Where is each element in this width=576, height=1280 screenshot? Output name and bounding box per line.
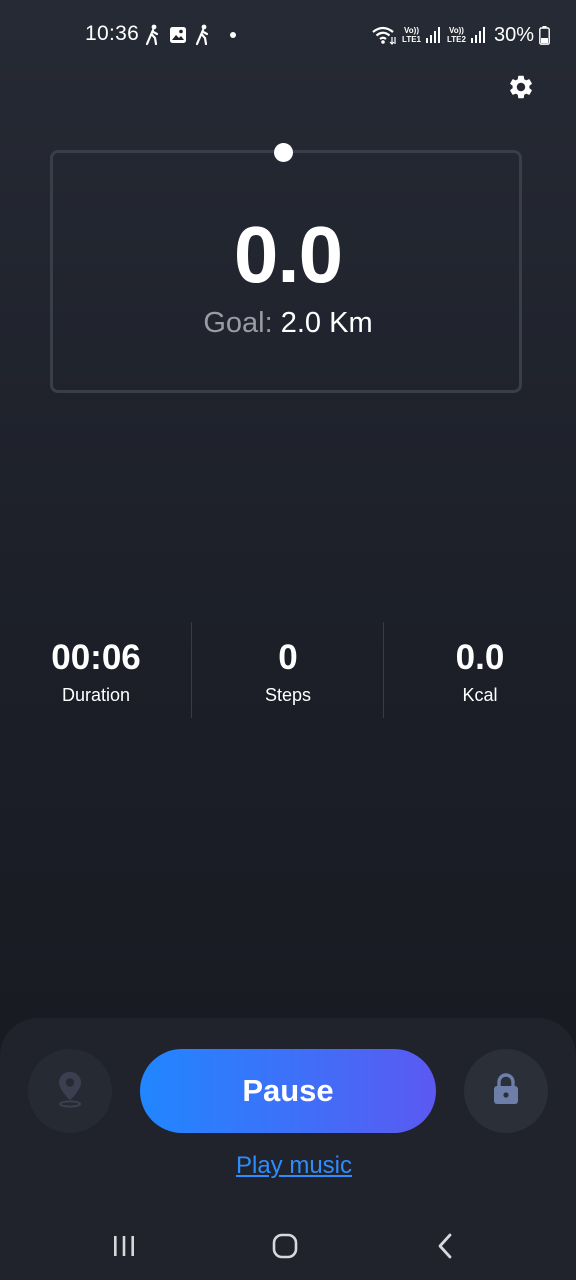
back-button[interactable] [416, 1226, 476, 1270]
stats-row: 00:06 Duration 0 Steps 0.0 Kcal [0, 620, 576, 720]
status-bar: 10:36 Vo)) LTE1 Vo)) LTE2 30% [0, 0, 576, 70]
stat-label: Steps [264, 685, 312, 705]
sim2-lte-label: Vo)) LTE2 [447, 26, 466, 44]
signal-icon [426, 26, 442, 44]
system-icons: Vo)) LTE1 Vo)) LTE2 30% [371, 22, 550, 48]
recent-apps-button[interactable] [94, 1226, 154, 1270]
location-pin-icon [56, 1070, 84, 1113]
pause-button[interactable]: Pause [140, 1049, 436, 1133]
stat-duration: 00:06 Duration [0, 620, 192, 720]
progress-indicator [274, 143, 293, 162]
sim1-lte-label: Vo)) LTE1 [402, 26, 421, 44]
stat-value: 0.0 [455, 638, 505, 677]
distance-value: 0.0 [233, 210, 343, 299]
back-icon [435, 1232, 457, 1265]
notification-icons [145, 22, 237, 48]
gear-icon [507, 73, 535, 106]
signal-icon [470, 26, 487, 44]
goal-line: Goal: 2.0 Km [0, 305, 576, 341]
stat-steps: 0 Steps [192, 620, 384, 720]
battery-icon [539, 25, 550, 45]
lock-button[interactable] [464, 1049, 548, 1133]
status-time: 10:36 [85, 22, 140, 45]
stat-label: Kcal [462, 685, 498, 705]
gallery-icon [169, 26, 187, 44]
play-music-link[interactable]: Play music [0, 1152, 576, 1180]
stat-value: 00:06 [51, 638, 141, 677]
stat-value: 0 [278, 638, 298, 677]
stat-kcal: 0.0 Kcal [384, 620, 576, 720]
home-button[interactable] [255, 1226, 315, 1270]
battery-percent: 30% [493, 23, 534, 46]
dot-icon [229, 31, 237, 39]
settings-button[interactable] [503, 71, 539, 107]
goal-label: Goal: [203, 307, 273, 339]
wifi-icon [371, 25, 397, 45]
walking-icon [195, 24, 211, 46]
stat-label: Duration [61, 685, 131, 705]
location-button[interactable] [28, 1049, 112, 1133]
goal-value: 2.0 Km [280, 307, 373, 339]
walking-icon [145, 24, 161, 46]
home-icon [271, 1232, 299, 1265]
lock-icon [491, 1072, 521, 1111]
recent-apps-icon [111, 1234, 137, 1263]
